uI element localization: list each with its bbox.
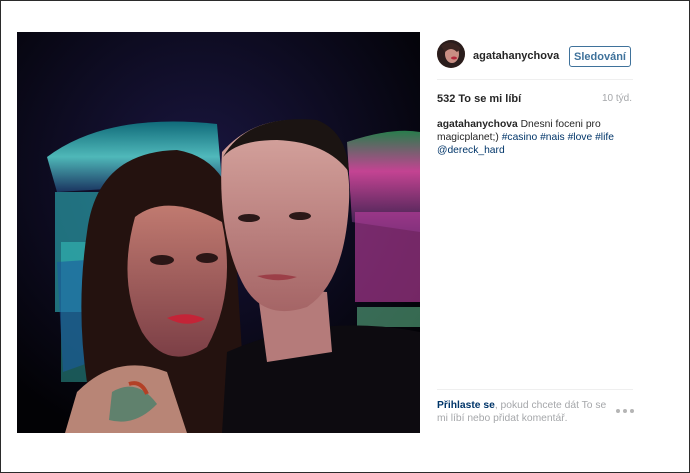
post-age[interactable]: 10 týd. [602,93,632,104]
footer-divider [437,389,633,390]
caption-username[interactable]: agatahanychova [437,119,518,130]
follow-button[interactable]: Sledování [569,46,631,67]
hashtag-link[interactable]: #casino [502,132,538,143]
login-link[interactable]: Přihlaste se [437,400,495,411]
username[interactable]: agatahanychova [473,50,559,62]
profile-avatar-icon [437,40,465,68]
post-sidebar: agatahanychova Sledování 532 To se mi lí… [421,32,641,433]
header-divider [437,79,633,80]
mention-link[interactable]: @dereck_hard [437,145,505,156]
hashtag-link[interactable]: #nais [540,132,565,143]
hashtag-link[interactable]: #life [595,132,614,143]
caption: agatahanychova Dnesni foceni pro magicpl… [437,118,633,157]
post-frame: agatahanychova Sledování 532 To se mi lí… [0,0,690,473]
post-header: agatahanychova Sledování [437,38,633,72]
like-count[interactable]: 532 To se mi líbí [437,93,521,105]
more-options-icon[interactable] [616,409,634,415]
hashtag-link[interactable]: #love [568,132,593,143]
avatar[interactable] [437,40,465,68]
login-prompt: Přihlaste se, pokud chcete dát To se mi … [437,399,607,425]
post-photo [17,32,420,433]
